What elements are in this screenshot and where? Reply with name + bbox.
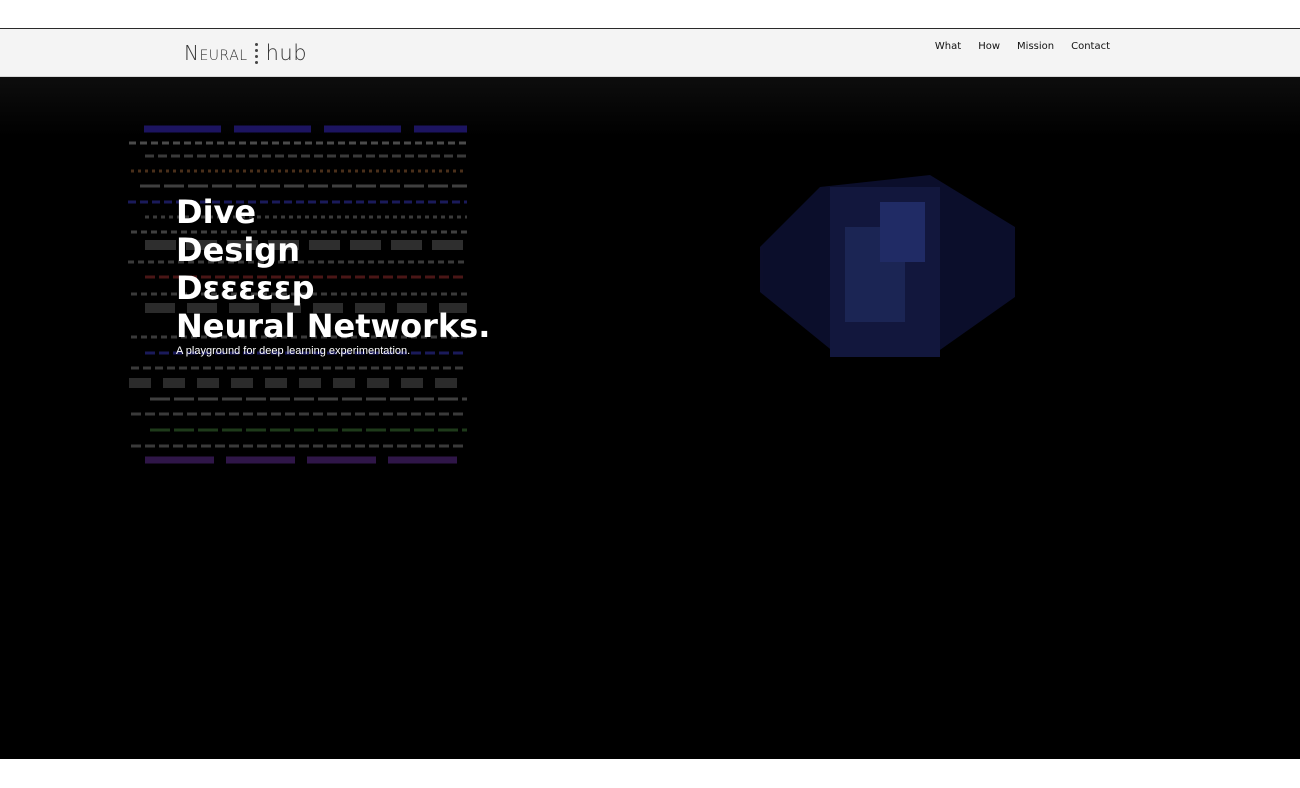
network-layers-graphic xyxy=(128,125,1015,464)
hero-section: Dive Design Dεεεεεp Neural Networks. A p… xyxy=(0,77,1300,759)
logo-text-left: Neural xyxy=(184,41,248,65)
logo[interactable]: Neural hub xyxy=(184,40,307,66)
nav-link-mission[interactable]: Mission xyxy=(1017,41,1054,52)
hero-title-line: Design xyxy=(176,231,300,269)
hero-title-line: Dive xyxy=(176,193,257,231)
bottom-strip xyxy=(0,759,1300,788)
nav-link-how[interactable]: How xyxy=(978,41,1000,52)
logo-dots-icon xyxy=(252,42,262,64)
nav-link-contact[interactable]: Contact xyxy=(1071,41,1110,52)
hero-title: Dive Design Dεεεεεp Neural Networks. xyxy=(176,193,490,345)
top-strip xyxy=(0,0,1300,29)
hero-title-line: Neural Networks. xyxy=(176,307,491,345)
logo-text-right: hub xyxy=(265,41,308,65)
hero-subtitle: A playground for deep learning experimen… xyxy=(176,345,411,357)
hero-title-line: Dεεεεεp xyxy=(176,269,315,307)
nav-link-what[interactable]: What xyxy=(935,41,961,52)
navbar: Neural hub What How Mission Contact xyxy=(0,29,1300,77)
main-nav: What How Mission Contact xyxy=(935,41,1110,52)
